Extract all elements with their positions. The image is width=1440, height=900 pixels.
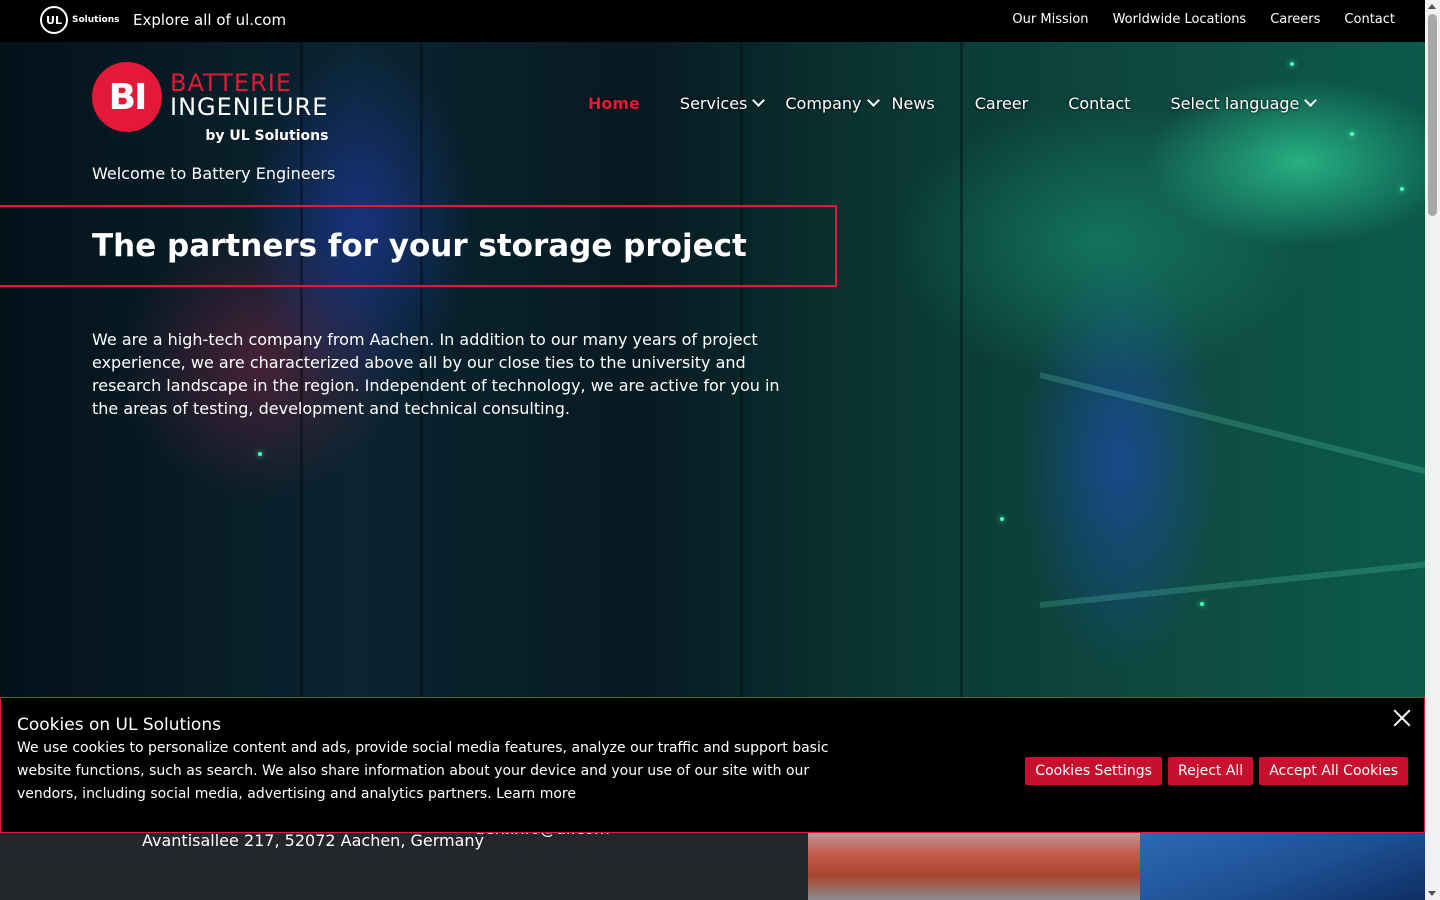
hero-bg-rail <box>1039 558 1425 608</box>
hero-intro-text: We are a high-tech company from Aachen. … <box>92 330 780 418</box>
page-scrollbar[interactable] <box>1425 0 1440 900</box>
nav-language-label: Select language <box>1170 94 1300 113</box>
close-icon[interactable] <box>1390 706 1414 730</box>
util-link-careers[interactable]: Careers <box>1270 12 1320 27</box>
utility-nav: Our Mission Worldwide Locations Careers … <box>1012 12 1395 27</box>
nav-services-label: Services <box>679 94 748 113</box>
util-link-our-mission[interactable]: Our Mission <box>1012 12 1088 27</box>
nav-select-language[interactable]: Select language <box>1170 94 1318 113</box>
chevron-down-icon <box>1304 94 1318 107</box>
hero-bg-led <box>1200 602 1204 606</box>
chevron-down-icon <box>866 94 880 107</box>
bi-logo-mark: BI <box>92 62 162 132</box>
brand-line-ingenieure: INGENIEURE <box>170 93 329 121</box>
brand-line-by-ul: by UL Solutions <box>205 128 329 144</box>
reject-all-button[interactable]: Reject All <box>1167 757 1254 785</box>
cookie-banner-title: Cookies on UL Solutions <box>17 715 221 735</box>
ul-logo-subtext: Solutions <box>72 15 120 25</box>
nav-home[interactable]: Home <box>588 94 640 113</box>
nav-services[interactable]: Services <box>679 94 766 113</box>
hero-bg-rack-line <box>960 42 963 697</box>
utility-bar: UL Solutions Explore all of ul.com Our M… <box>0 0 1425 42</box>
hero-bg-led <box>1400 187 1404 191</box>
hero-section: BI BATTERIE INGENIEURE by UL Solutions H… <box>0 42 1425 697</box>
util-link-contact[interactable]: Contact <box>1344 12 1395 27</box>
cookie-banner: Cookies on UL Solutions We use cookies t… <box>0 697 1425 833</box>
nav-contact[interactable]: Contact <box>1068 94 1130 113</box>
scroll-down-arrow-icon[interactable] <box>1428 891 1436 896</box>
ul-logo-mark: UL <box>40 6 68 34</box>
cookie-button-group: Cookies Settings Reject All Accept All C… <box>1025 757 1408 785</box>
nav-news[interactable]: News <box>892 94 935 113</box>
hero-bg-led <box>258 452 262 456</box>
batterie-ingenieure-logo[interactable]: BI BATTERIE INGENIEURE by UL Solutions <box>92 62 328 144</box>
footer-address: Avantisallee 217, 52072 Aachen, Germany <box>142 831 485 850</box>
hero-bg-led <box>1000 517 1004 521</box>
ul-solutions-logo[interactable]: UL Solutions <box>40 6 120 34</box>
cookie-banner-description: We use cookies to personalize content an… <box>17 740 829 802</box>
nav-company-label: Company <box>785 94 862 113</box>
scrollbar-thumb[interactable] <box>1428 14 1437 216</box>
cookie-banner-text: We use cookies to personalize content an… <box>17 737 867 806</box>
nav-career[interactable]: Career <box>975 94 1028 113</box>
main-nav: Home Services Company News Career Contac… <box>588 94 1337 113</box>
brand-wordmark: BATTERIE INGENIEURE by UL Solutions <box>170 69 329 144</box>
cookie-learn-more-link[interactable]: Learn more <box>496 786 576 802</box>
brand-line-batterie: BATTERIE <box>170 69 292 97</box>
scroll-up-arrow-icon[interactable] <box>1428 4 1436 9</box>
hero-bg-led <box>1350 132 1354 136</box>
chevron-down-icon <box>752 94 766 107</box>
hero-bg-rail <box>1039 372 1425 480</box>
cookies-settings-button[interactable]: Cookies Settings <box>1025 757 1162 785</box>
explore-ul-link[interactable]: Explore all of ul.com <box>133 11 286 29</box>
util-link-worldwide-locations[interactable]: Worldwide Locations <box>1113 12 1247 27</box>
accept-all-cookies-button[interactable]: Accept All Cookies <box>1259 757 1408 785</box>
nav-company[interactable]: Company <box>785 94 880 113</box>
welcome-text: Welcome to Battery Engineers <box>92 164 336 183</box>
hero-headline: The partners for your storage project <box>92 228 747 264</box>
hero-bg-led <box>1290 62 1294 66</box>
